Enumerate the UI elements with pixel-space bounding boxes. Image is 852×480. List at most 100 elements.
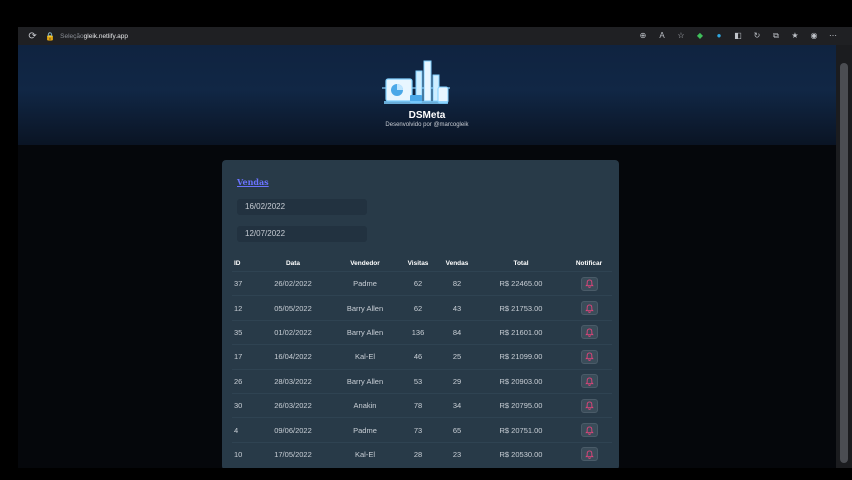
extension-icon[interactable]: ◧ — [733, 31, 743, 41]
notify-button[interactable] — [580, 325, 598, 340]
brand-name: DSMeta — [408, 110, 446, 121]
notify-button[interactable] — [580, 349, 598, 364]
cell-id: 10 — [234, 449, 243, 459]
cell-sales: 84 — [452, 327, 462, 337]
notify-button[interactable] — [580, 398, 598, 413]
favorites-bar-icon[interactable]: ★ — [790, 31, 800, 41]
cell-id: 30 — [234, 401, 243, 411]
cell-seller: Padme — [353, 425, 377, 435]
cell-date: 26/03/2022 — [274, 401, 312, 411]
table-row: 35 01/02/2022 Barry Allen 136 84 R$ 21601.00 — [232, 319, 612, 344]
cell-total: R$ 20795.00 — [499, 401, 543, 411]
notify-button[interactable] — [580, 423, 598, 438]
cell-visits: 73 — [413, 425, 423, 435]
cell-notify — [566, 447, 612, 462]
cell-notify — [566, 374, 612, 389]
cell-total: R$ 21753.00 — [499, 303, 543, 313]
cell-visits: 136 — [411, 327, 425, 337]
cell-notify — [566, 398, 612, 413]
read-aloud-icon[interactable]: A — [657, 31, 667, 41]
cell-id: 4 — [234, 425, 239, 435]
card-title[interactable]: Vendas — [237, 177, 269, 187]
cell-date: 01/02/2022 — [274, 327, 312, 337]
notify-button[interactable] — [580, 447, 598, 462]
date-max-input[interactable]: 12/07/2022 — [237, 226, 367, 242]
cell-id: 17 — [234, 352, 243, 362]
menu-icon[interactable]: ⋯ — [828, 31, 838, 41]
cell-sales: 82 — [452, 279, 462, 289]
url-prefix: Seleção — [60, 32, 84, 40]
cell-visits: 28 — [413, 449, 423, 459]
col-date: Data — [285, 259, 301, 267]
cell-seller: Barry Allen — [346, 376, 384, 386]
notify-button[interactable] — [580, 374, 598, 389]
bell-icon — [584, 328, 594, 337]
cell-sales: 29 — [452, 376, 462, 386]
refresh-icon[interactable]: ↻ — [752, 31, 762, 41]
frame-bottom — [0, 468, 852, 480]
cell-seller: Barry Allen — [346, 327, 384, 337]
table-row: 10 17/05/2022 Kal-El 28 23 R$ 20530.00 — [232, 441, 612, 466]
cell-notify — [566, 349, 612, 364]
date-min-input[interactable]: 16/02/2022 — [237, 199, 367, 215]
col-visits: Visitas — [407, 259, 429, 267]
cell-seller: Padme — [353, 279, 377, 289]
cell-visits: 78 — [413, 401, 423, 411]
col-notify: Notificar — [575, 259, 603, 267]
url-text: gleik.netlify.app — [83, 32, 128, 40]
cell-seller: Barry Allen — [346, 303, 384, 313]
col-sales: Vendas — [445, 259, 469, 267]
col-id: ID — [234, 259, 241, 267]
cell-total: R$ 22465.00 — [499, 279, 543, 289]
table-row: 26 28/03/2022 Barry Allen 53 29 R$ 20903.00 — [232, 368, 612, 393]
col-total: Total — [513, 259, 529, 267]
notify-button[interactable] — [580, 301, 598, 316]
cell-sales: 23 — [452, 449, 462, 459]
address-bar[interactable]: 🔒 Seleção gleik.netlify.app — [45, 29, 629, 43]
scrollbar[interactable] — [836, 45, 852, 468]
cell-notify — [566, 276, 612, 291]
cell-visits: 62 — [413, 279, 423, 289]
cell-seller: Anakin — [353, 401, 377, 411]
col-seller: Vendedor — [350, 259, 380, 267]
toolbar-icons: ⊕ A ☆ ◆ ● ◧ ↻ ⧉ ★ ◉ ⋯ — [629, 31, 838, 41]
cell-date: 09/06/2022 — [274, 425, 312, 435]
zoom-icon[interactable]: ⊕ — [638, 31, 648, 41]
cell-sales: 43 — [452, 303, 462, 313]
cell-visits: 53 — [413, 376, 423, 386]
cell-date: 28/03/2022 — [274, 376, 312, 386]
sales-card: Vendas 16/02/2022 12/07/2022 ID Data Ven… — [222, 160, 619, 468]
favorite-icon[interactable]: ☆ — [676, 31, 686, 41]
bell-icon — [584, 377, 594, 386]
cell-visits: 62 — [413, 303, 423, 313]
notify-button[interactable] — [580, 276, 598, 291]
cell-date: 26/02/2022 — [274, 279, 312, 289]
profile-icon[interactable]: ◉ — [809, 31, 819, 41]
reload-icon[interactable]: ⟳ — [26, 29, 39, 43]
table-header: ID Data Vendedor Visitas Vendas Total No… — [232, 255, 612, 271]
cell-notify — [566, 301, 612, 316]
cell-notify — [566, 325, 612, 340]
brand-subtitle: Desenvolvido por @marcogleik — [385, 122, 469, 128]
table-row: 37 26/02/2022 Padme 62 82 R$ 22465.00 — [232, 271, 612, 295]
cell-sales: 65 — [452, 425, 462, 435]
scrollbar-thumb[interactable] — [840, 63, 848, 463]
cell-sales: 25 — [452, 352, 462, 362]
bell-icon — [584, 425, 594, 435]
cell-id: 35 — [234, 327, 243, 337]
cell-id: 37 — [234, 279, 243, 289]
frame-top — [0, 0, 852, 27]
bell-icon — [584, 401, 594, 410]
collections-icon[interactable]: ⧉ — [771, 31, 781, 41]
cell-visits: 46 — [413, 352, 423, 362]
extension-icon[interactable]: ● — [714, 31, 724, 41]
cell-seller: Kal-El — [354, 352, 375, 362]
cell-total: R$ 21601.00 — [499, 327, 543, 337]
cell-total: R$ 20903.00 — [499, 376, 543, 386]
extension-icon[interactable]: ◆ — [695, 31, 705, 41]
page-viewport: DSMeta Desenvolvido por @marcogleik Vend… — [18, 45, 836, 468]
cell-date: 16/04/2022 — [274, 352, 312, 362]
bell-icon — [584, 450, 594, 459]
page-header: DSMeta Desenvolvido por @marcogleik — [18, 45, 836, 145]
dashboard-logo-icon — [382, 60, 450, 104]
